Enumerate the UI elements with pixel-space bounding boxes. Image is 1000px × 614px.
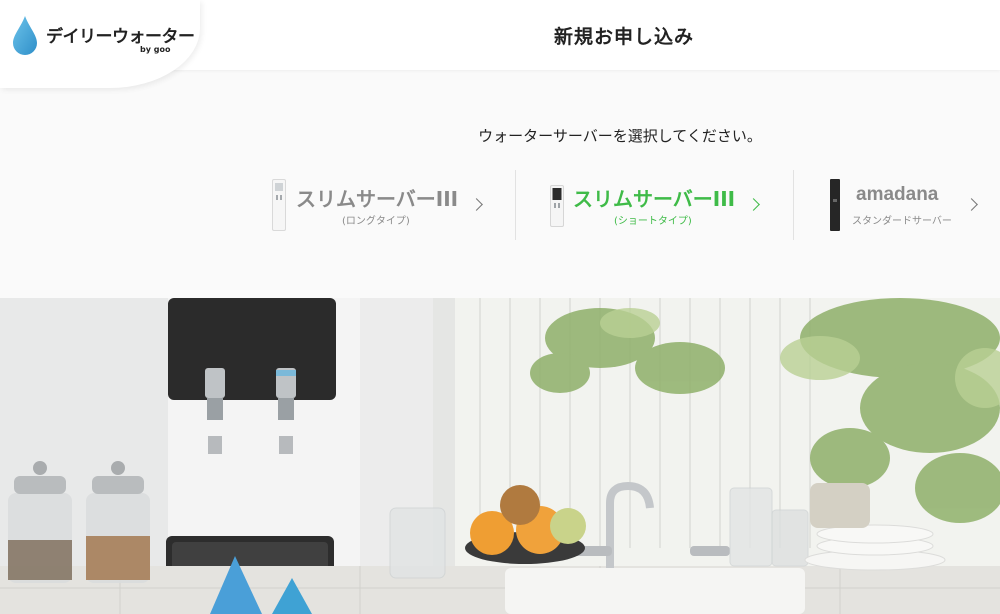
hero-photo [0,298,1000,614]
server-short-image [550,185,564,227]
header-bar: デイリーウォーター by goo 新規お申し込み [0,0,1000,88]
server-name: スリムサーバーIII [296,187,459,211]
logo[interactable]: デイリーウォーター by goo [0,0,200,88]
server-subtitle: スタンダードサーバー [852,216,952,227]
server-amadana-image [830,179,840,231]
server-selector: スリムサーバーIII (ロングタイプ) スリムサーバーIII (ショートタイプ)… [0,170,1000,240]
server-subtitle: (ロングタイプ) [342,216,410,227]
server-name: amadana [856,184,939,205]
water-drop-icon [13,16,37,55]
server-option-slim-short[interactable]: スリムサーバーIII (ショートタイプ) [515,170,785,240]
chevron-right-icon [747,198,760,211]
instruction-text: ウォーターサーバーを選択してください。 [478,127,762,145]
server-long-image [272,179,286,231]
server-option-slim-long[interactable]: スリムサーバーIII (ロングタイプ) [250,170,520,240]
server-name: スリムサーバーIII [573,187,736,211]
chevron-right-icon [965,198,978,211]
server-subtitle: (ショートタイプ) [614,216,692,227]
server-option-amadana[interactable]: amadana スタンダードサーバー [793,170,1000,240]
logo-text: デイリーウォーター [46,27,195,47]
chevron-right-icon [470,198,483,211]
logo-subtext: by goo [140,45,171,54]
kitchen-scene-illustration [0,298,1000,614]
